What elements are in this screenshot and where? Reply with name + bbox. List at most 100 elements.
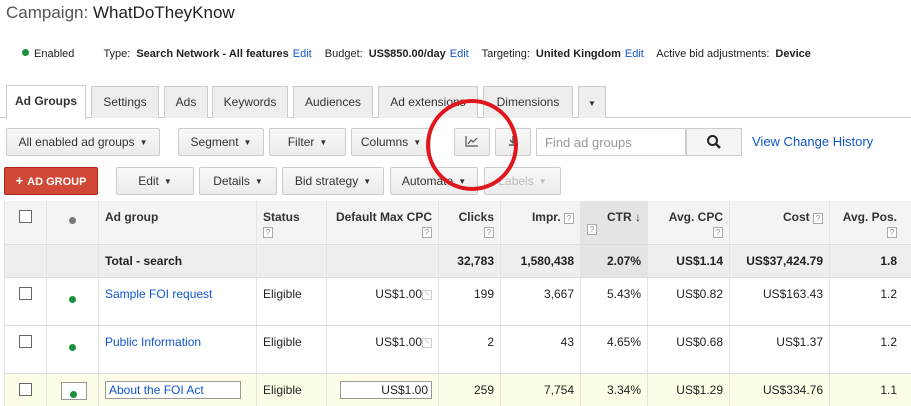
table-row: Public Information Eligible US$1.00 ✎ 2 4…: [4, 326, 911, 374]
row-impr: 3,667: [500, 278, 580, 325]
chevron-down-icon: ▼: [413, 138, 422, 147]
total-ctr: 2.07%: [580, 245, 647, 277]
row-status: Eligible: [256, 326, 326, 373]
bid-adjustments-label: Active bid adjustments:: [656, 48, 770, 60]
help-icon[interactable]: ?: [484, 227, 494, 238]
table-row: About the FOI Act Eligible US$1.00 259 7…: [4, 374, 911, 406]
ad-group-link[interactable]: About the FOI Act: [105, 381, 241, 399]
row-avg-cpc: US$0.82: [647, 278, 729, 325]
edit-budget-link[interactable]: Edit: [450, 48, 469, 60]
col-status[interactable]: Status?: [256, 201, 326, 244]
row-clicks: 259: [438, 374, 500, 406]
row-avg-pos: 1.2: [829, 278, 903, 325]
row-checkbox[interactable]: [19, 383, 32, 396]
chevron-down-icon: ▼: [243, 138, 252, 147]
help-icon[interactable]: ?: [887, 227, 897, 238]
more-tabs-button[interactable]: ▼: [578, 86, 606, 118]
row-cost: US$334.76: [729, 374, 829, 406]
total-cost: US$37,424.79: [729, 245, 829, 277]
plus-icon: +: [15, 173, 24, 188]
tab-settings[interactable]: Settings: [91, 86, 159, 118]
bid-strategy-button[interactable]: Bid strategy ▼: [282, 167, 384, 195]
sort-down-icon: ↓: [635, 210, 641, 224]
tab-ads[interactable]: Ads: [164, 86, 208, 118]
chevron-down-icon: ▼: [139, 138, 148, 147]
col-impr[interactable]: Impr. ?: [500, 201, 580, 244]
help-icon[interactable]: ?: [422, 227, 432, 238]
row-impr: 7,754: [500, 374, 580, 406]
search-button[interactable]: [686, 128, 742, 156]
help-icon[interactable]: ?: [263, 227, 273, 238]
search-icon: [707, 135, 721, 149]
edit-targeting-link[interactable]: Edit: [625, 48, 644, 60]
edit-pencil-icon[interactable]: ✎: [422, 338, 432, 348]
row-status: Eligible: [256, 278, 326, 325]
help-icon[interactable]: ?: [564, 213, 574, 224]
targeting-label: Targeting:: [481, 48, 530, 60]
edit-pencil-icon[interactable]: ✎: [422, 290, 432, 300]
enabled-dot-icon[interactable]: [69, 296, 76, 303]
details-button[interactable]: Details ▼: [199, 167, 277, 195]
row-cost: US$163.43: [729, 278, 829, 325]
select-all-cell: [4, 201, 46, 244]
total-impr: 1,580,438: [500, 245, 580, 277]
chevron-down-icon: ▼: [363, 177, 372, 186]
ad-group-link[interactable]: Sample FOI request: [105, 287, 212, 301]
total-row: Total - search 32,783 1,580,438 2.07% US…: [4, 245, 911, 278]
enabled-dot-icon[interactable]: [69, 344, 76, 351]
help-icon[interactable]: ?: [713, 227, 723, 238]
row-checkbox[interactable]: [19, 287, 32, 300]
tab-ad-groups[interactable]: Ad Groups: [6, 85, 86, 119]
status-indicator: Enabled: [22, 48, 80, 60]
edit-button[interactable]: Edit ▼: [116, 167, 194, 195]
chevron-down-icon: ▼: [588, 99, 596, 108]
total-label: Total - search: [98, 245, 256, 277]
add-ad-group-button[interactable]: + AD GROUP: [4, 167, 98, 195]
row-avg-cpc: US$0.68: [647, 326, 729, 373]
col-ad-group[interactable]: Ad group: [98, 201, 256, 244]
help-icon[interactable]: ?: [813, 213, 823, 224]
tab-audiences[interactable]: Audiences: [293, 86, 373, 118]
select-all-checkbox[interactable]: [19, 210, 32, 223]
row-clicks: 199: [438, 278, 500, 325]
row-impr: 43: [500, 326, 580, 373]
ad-group-filter-select[interactable]: All enabled ad groups ▼: [6, 128, 160, 156]
campaign-name: WhatDoTheyKnow: [92, 3, 235, 22]
max-cpc-input[interactable]: US$1.00: [340, 381, 432, 399]
type-value: Search Network - All features: [136, 48, 289, 60]
targeting-value: United Kingdom: [535, 48, 621, 60]
status-dot-header: [46, 201, 98, 244]
col-clicks[interactable]: Clicks?: [438, 201, 500, 244]
chevron-down-icon: ▼: [254, 177, 263, 186]
total-avg-pos: 1.8: [829, 245, 903, 277]
help-icon[interactable]: ?: [587, 224, 597, 235]
col-avg-cpc[interactable]: Avg. CPC?: [647, 201, 729, 244]
tab-keywords[interactable]: Keywords: [212, 86, 288, 118]
columns-button[interactable]: Columns ▼: [351, 128, 431, 156]
segment-button[interactable]: Segment ▼: [178, 128, 264, 156]
campaign-info-bar: Enabled Type: Search Network - All featur…: [22, 48, 817, 60]
view-change-history-link[interactable]: View Change History: [752, 134, 873, 149]
edit-type-link[interactable]: Edit: [293, 48, 312, 60]
row-max-cpc: US$1.00: [375, 287, 422, 301]
filter-button[interactable]: Filter ▼: [269, 128, 346, 156]
enabled-dot-icon: [22, 49, 29, 56]
status-toggle[interactable]: [61, 382, 87, 400]
campaign-title: Campaign: WhatDoTheyKnow: [6, 3, 235, 23]
ad-group-link[interactable]: Public Information: [105, 335, 201, 349]
col-avg-pos[interactable]: Avg. Pos.?: [829, 201, 903, 244]
find-ad-groups-input[interactable]: [536, 128, 686, 156]
red-highlight-circle: [426, 99, 518, 191]
bid-adjustments-value: Device: [775, 48, 811, 60]
budget-value: US$850.00/day: [368, 48, 446, 60]
col-max-cpc[interactable]: Default Max CPC?: [326, 201, 438, 244]
col-ctr[interactable]: CTR ↓?: [580, 201, 647, 244]
row-ctr: 5.43%: [580, 278, 647, 325]
row-avg-cpc: US$1.29: [647, 374, 729, 406]
col-cost[interactable]: Cost ?: [729, 201, 829, 244]
row-checkbox[interactable]: [19, 335, 32, 348]
row-max-cpc: US$1.00: [375, 335, 422, 349]
row-avg-pos: 1.2: [829, 326, 903, 373]
table-header-row: Ad group Status? Default Max CPC? Clicks…: [4, 201, 911, 245]
total-avg-cpc: US$1.14: [647, 245, 729, 277]
